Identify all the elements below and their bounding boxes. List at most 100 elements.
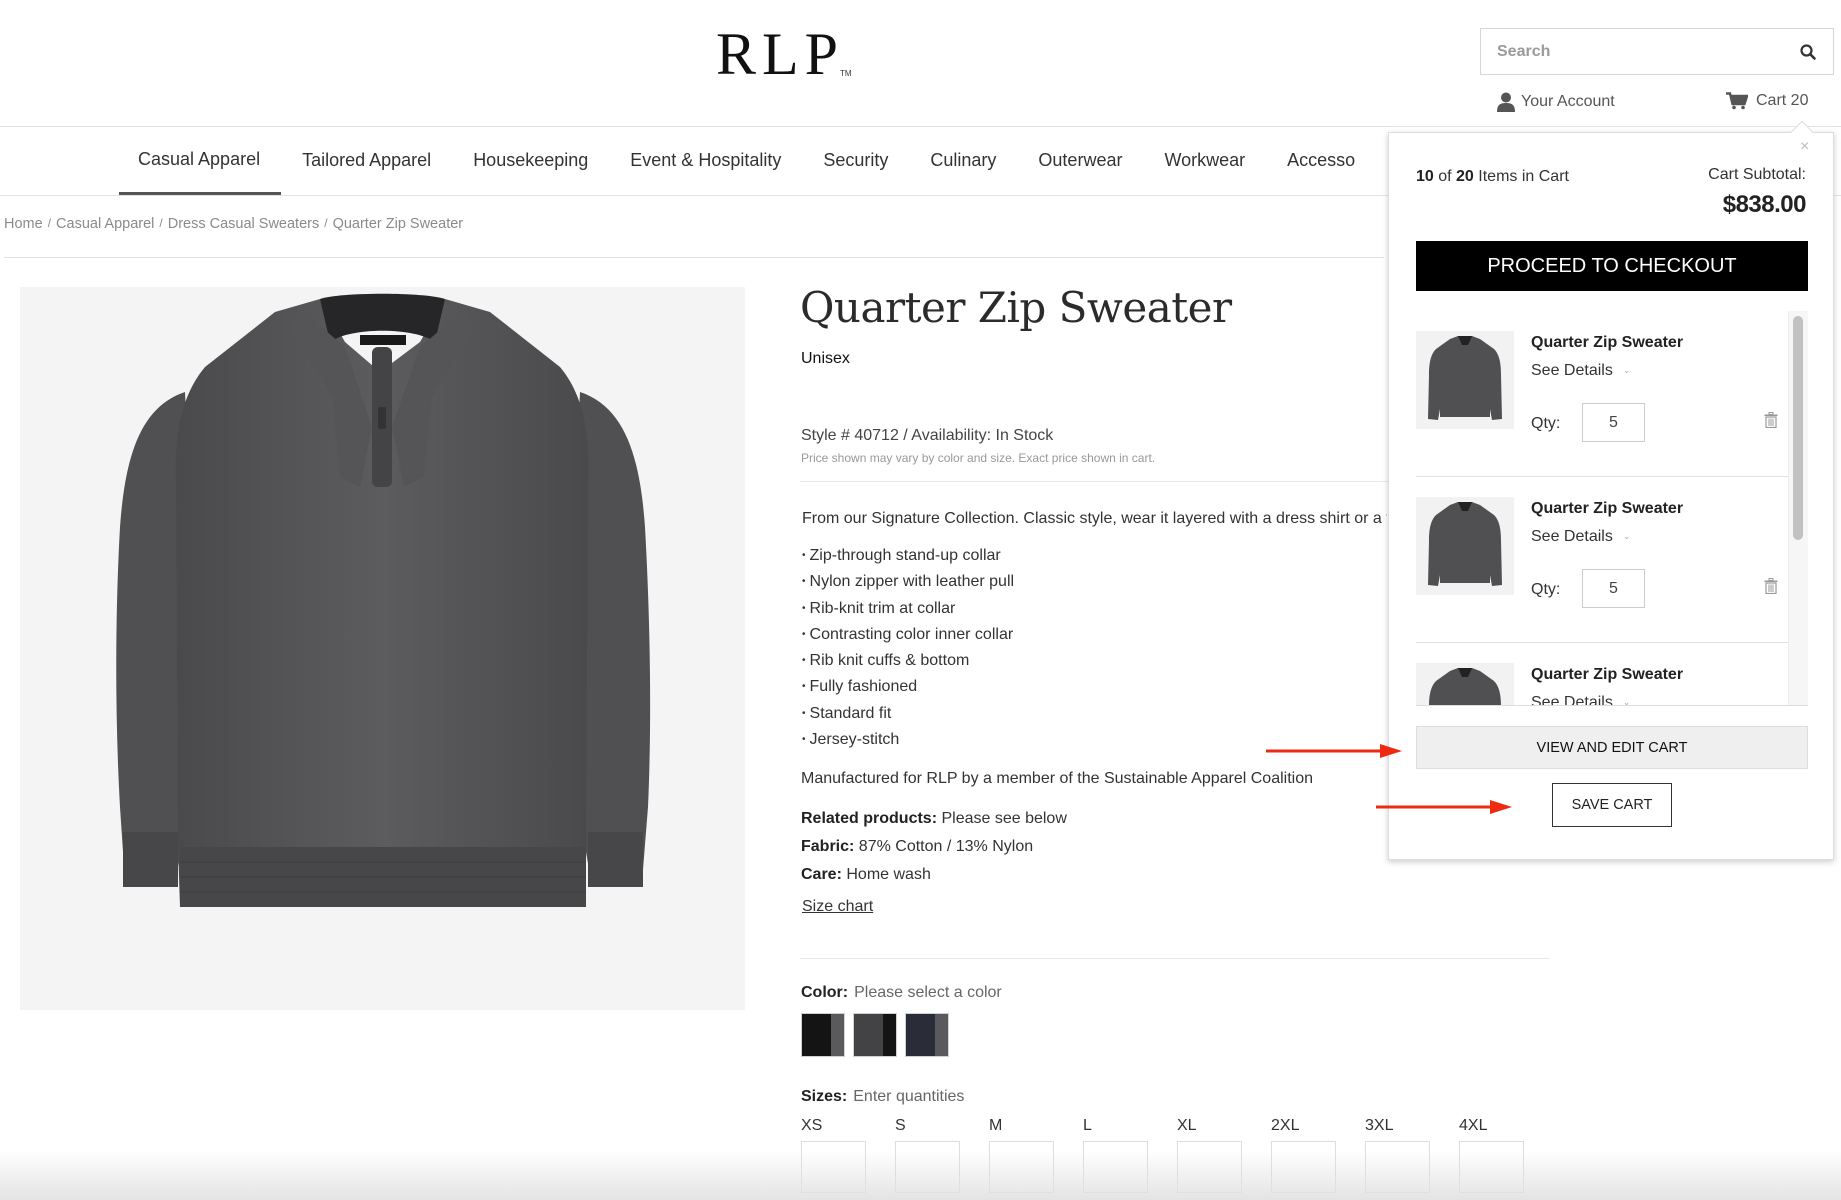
annotation-arrow-save-cart [1376,800,1512,814]
chevron-down-icon: ⌄ [1622,531,1631,541]
related-value: Please see below [941,810,1067,827]
feature-item: Nylon zipper with leather pull [802,569,1015,595]
see-details-toggle[interactable]: See Details ⌄ [1531,528,1630,546]
nav-item-casual-apparel[interactable]: Casual Apparel [119,126,282,195]
save-cart-button[interactable]: SAVE CART [1552,783,1672,827]
close-icon[interactable]: × [1800,138,1809,156]
cart-item-name[interactable]: Quarter Zip Sweater [1531,334,1683,352]
breadcrumb-dress-casual-sweaters[interactable]: Dress Casual Sweaters [168,216,320,232]
cart-item-name[interactable]: Quarter Zip Sweater [1531,500,1683,518]
account-label: Your Account [1521,93,1615,110]
size-label: 4XL [1459,1117,1488,1134]
qty-input[interactable] [1582,569,1645,608]
size-xl: XL [1177,1117,1242,1193]
cart-count-label: Cart 20 [1756,92,1809,109]
size-label: S [895,1117,906,1134]
size-qty-input-m[interactable] [989,1141,1054,1193]
nav-item-tailored-apparel[interactable]: Tailored Apparel [281,126,452,195]
cart-subtotal-value: $838.00 [1722,191,1807,218]
items-text: Items in Cart [1473,168,1569,185]
main-nav: Casual Apparel Tailored Apparel Housekee… [119,126,1376,195]
cart-item-thumbnail[interactable] [1416,331,1514,429]
breadcrumb-separator: / [47,216,52,230]
sweater-illustration [116,293,651,907]
fabric-label: Fabric: [801,838,855,855]
user-icon [1497,92,1515,112]
size-qty-input-xs[interactable] [801,1141,866,1193]
cart-item-name[interactable]: Quarter Zip Sweater [1531,666,1683,684]
cart-item: Quarter Zip Sweater See Details ⌄ Qty: [1416,311,1788,477]
search-box [1480,28,1834,75]
size-qty-input-2xl[interactable] [1271,1141,1336,1193]
nav-item-workwear[interactable]: Workwear [1143,126,1266,195]
color-swatch-black[interactable] [801,1013,845,1057]
breadcrumb-home[interactable]: Home [4,216,43,232]
cart-item: Quarter Zip Sweater See Details ⌄ Qty: [1416,477,1788,643]
see-details-toggle[interactable]: See Details ⌄ [1531,362,1630,380]
search-icon[interactable] [1799,43,1817,61]
sizes-label-row: Sizes: Enter quantities [801,1088,964,1106]
shopping-cart-icon [1726,92,1748,110]
related-products: Related products: Please see below [801,810,1067,828]
breadcrumb-separator: / [159,216,163,230]
see-details-toggle[interactable]: See Details ⌄ [1531,694,1631,706]
product-image[interactable] [20,287,745,1010]
proceed-to-checkout-button[interactable]: PROCEED TO CHECKOUT [1416,241,1808,291]
nav-item-accessories[interactable]: Accesso [1266,126,1376,195]
cart-subtotal-label: Cart Subtotal: [1708,166,1806,183]
chevron-down-icon: ⌄ [1622,365,1631,375]
logo-text: RLP [716,21,845,87]
size-m: M [989,1117,1054,1193]
qty-label: Qty: [1531,581,1561,598]
size-qty-input-4xl[interactable] [1459,1141,1524,1193]
related-label: Related products: [801,810,938,827]
total-count: 20 [1456,168,1474,185]
care-info: Care: Home wash [801,866,931,884]
style-availability: Style # 40712 / Availability: In Stock [801,427,1054,444]
price-note: Price shown may vary by color and size. … [801,451,1156,465]
cart-item-thumbnail[interactable] [1416,663,1514,705]
see-details-label: See Details [1531,694,1613,706]
size-s: S [895,1117,960,1193]
account-link[interactable]: Your Account [1497,92,1615,112]
care-value: Home wash [846,866,931,883]
cart-link[interactable]: Cart 20 [1726,92,1808,110]
nav-item-event-hospitality[interactable]: Event & Hospitality [609,126,802,195]
qty-input[interactable] [1582,403,1645,442]
size-qty-input-s[interactable] [895,1141,960,1193]
size-qty-input-l[interactable] [1083,1141,1148,1193]
breadcrumb: Home / Casual Apparel / Dress Casual Sweat… [4,216,463,232]
product-title: Quarter Zip Sweater [800,283,1232,332]
view-and-edit-cart-button[interactable]: VIEW AND EDIT CART [1416,726,1808,769]
chevron-down-icon: ⌄ [1622,697,1631,706]
manufacturer-note: Manufactured for RLP by a member of the … [801,770,1313,787]
trash-icon[interactable] [1764,412,1778,428]
sweater-thumbnail-icon [1428,502,1502,586]
trash-icon[interactable] [1764,578,1778,594]
size-3xl: 3XL [1365,1117,1430,1193]
trademark-mark: TM [840,69,852,78]
feature-item: Fully fashioned [802,674,1014,700]
size-qty-input-3xl[interactable] [1365,1141,1430,1193]
breadcrumb-casual-apparel[interactable]: Casual Apparel [56,216,154,232]
nav-item-outerwear[interactable]: Outerwear [1017,126,1143,195]
nav-item-housekeeping[interactable]: Housekeeping [452,126,609,195]
nav-item-culinary[interactable]: Culinary [909,126,1017,195]
feature-item: Contrasting color inner collar [802,622,1014,648]
size-xs: XS [801,1117,866,1193]
size-qty-input-xl[interactable] [1177,1141,1242,1193]
size-label: 3XL [1365,1117,1394,1134]
sizes-prompt: Enter quantities [853,1088,965,1105]
see-details-label: See Details [1531,528,1613,545]
cart-item-thumbnail[interactable] [1416,497,1514,595]
site-logo[interactable]: RLPTM [716,24,852,84]
search-input[interactable] [1497,29,1777,74]
color-swatch-navy[interactable] [905,1013,949,1057]
nav-item-security[interactable]: Security [802,126,909,195]
size-2xl: 2XL [1271,1117,1336,1193]
size-chart-link[interactable]: Size chart [802,898,873,916]
size-4xl: 4XL [1459,1117,1524,1193]
color-swatch-charcoal[interactable] [853,1013,897,1057]
cart-scrollbar-thumb[interactable] [1793,316,1803,540]
product-gender: Unisex [801,350,850,367]
